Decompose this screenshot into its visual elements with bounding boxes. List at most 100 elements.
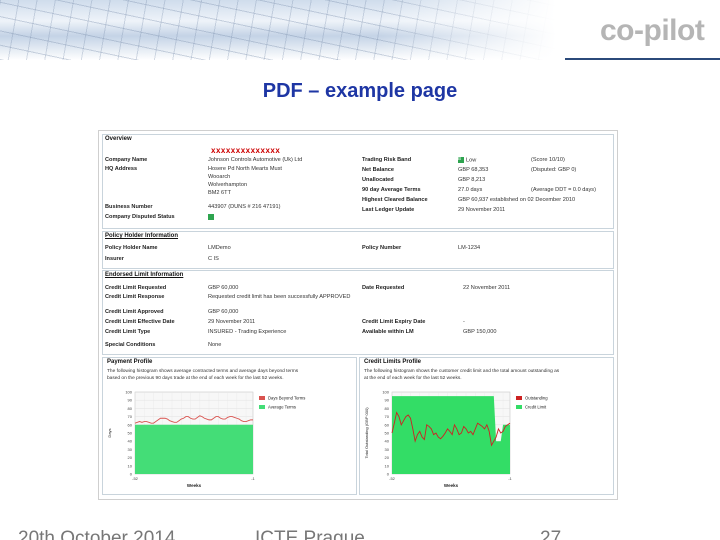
green-status-square (208, 214, 214, 220)
y-tick-label: 90 (385, 398, 390, 403)
net-balance-label: Net Balance (362, 167, 395, 173)
y-tick-label: 80 (128, 406, 133, 411)
policy-number-label: Policy Number (362, 245, 402, 251)
y-tick-label: 60 (128, 422, 133, 427)
y-tick-label: 90 (128, 398, 133, 403)
risk-band-badge: B (458, 156, 464, 163)
legend-label: Days Beyond Terms (268, 396, 305, 401)
credit-limits-profile-chart: 0102030405060708090100-52 -1WeeksTotal Ou… (364, 390, 548, 489)
endorsed-limit-title: Endorsed Limit Information (105, 272, 184, 278)
hq-address-label: HQ Address (105, 166, 138, 172)
credit-limit-type-value: INSURED - Trading Experience (208, 329, 287, 335)
y-tick-label: 60 (385, 422, 390, 427)
payment-profile-chart: 0102030405060708090100-52 -1WeeksDaysDays… (107, 390, 305, 489)
date-requested-value: 22 November 2011 (463, 285, 511, 291)
hq-address-line: BM2 6TT (208, 190, 232, 196)
payment-profile-desc: The following histogram shows average co… (107, 369, 299, 374)
y-tick-label: 100 (125, 390, 132, 395)
credit-limits-profile-title: Credit Limits Profile (364, 359, 422, 365)
footer-date: 20th October 2014 (18, 528, 176, 540)
legend-swatch (259, 405, 265, 409)
legend-label: Credit Limit (525, 405, 547, 410)
policy-holder-title: Policy Holder Information (105, 233, 179, 239)
average-ddt: (Average DDT = 0.0 days) (531, 187, 596, 193)
credit-limit-expiry-label: Credit Limit Expiry Date (362, 319, 426, 325)
date-requested-label: Date Requested (362, 285, 405, 291)
policy-number-value: LM-1234 (458, 245, 481, 251)
y-tick-label: 30 (385, 447, 390, 452)
x-axis-label: Weeks (187, 483, 202, 488)
y-tick-label: 80 (385, 406, 390, 411)
brand-rule (565, 58, 720, 60)
y-tick-label: 100 (382, 390, 389, 395)
slide-footer: 20th October 2014 ICTE Prague 27 (0, 524, 720, 540)
policy-holder-name-label: Policy Holder Name (105, 245, 158, 251)
y-tick-label: 40 (128, 439, 133, 444)
footer-page-number: 27 (540, 528, 562, 540)
credit-limit-response-value: Requested credit limit has been successf… (208, 294, 351, 300)
credit-limit-requested-label: Credit Limit Requested (105, 285, 167, 291)
available-within-lm-value: GBP 150,000 (463, 329, 497, 335)
net-balance-disputed: (Disputed: GBP 0) (531, 167, 577, 173)
y-tick-label: 70 (128, 414, 133, 419)
insurer-value: C IS (208, 256, 219, 262)
legend-swatch (259, 396, 265, 400)
trading-risk-score: (Score 10/10) (531, 157, 565, 163)
disputed-status-indicator (208, 214, 216, 221)
credit-limit-approved-label: Credit Limit Approved (105, 309, 164, 315)
business-number-label: Business Number (105, 204, 153, 210)
banner-fade (380, 0, 565, 60)
company-disputed-status-label: Company Disputed Status (105, 214, 175, 220)
insurer-label: Insurer (105, 256, 124, 262)
legend-label: Outstanding (525, 396, 548, 401)
x-tick-label: -52 (389, 476, 396, 481)
highest-cleared-balance-label: Highest Cleared Balance (362, 197, 428, 203)
legend-swatch (516, 405, 522, 409)
redacted-company-name: xxxxxxxxxxxxxx (211, 146, 281, 155)
legend-swatch (516, 396, 522, 400)
x-tick-label: -1 (508, 476, 512, 481)
credit-limits-profile-panel: Credit Limits Profile The following hist… (359, 357, 614, 495)
credit-limit-effective-date-value: 29 November 2011 (208, 319, 256, 325)
special-conditions-label: Special Conditions (105, 342, 156, 348)
y-tick-label: 40 (385, 439, 390, 444)
policy-holder-name-value: LMDemo (208, 245, 231, 251)
payment-profile-desc: based on the previous 90 days trade at t… (107, 376, 284, 381)
credit-limit-requested-value: GBP 60,000 (208, 285, 239, 291)
overview-panel: Overview xxxxxxxxxxxxxx Company Name Joh… (102, 134, 614, 229)
credit-limits-profile-desc: The following histogram shows the custom… (364, 369, 560, 374)
hq-address-line: Wooarch (208, 174, 231, 180)
company-name-value: Johnson Controls Automotive (Uk) Ltd (208, 157, 303, 163)
unallocated-value: GBP 8,213 (458, 177, 486, 183)
trading-risk-band-label: Trading Risk Band (362, 157, 412, 163)
x-axis-label: Weeks (444, 483, 459, 488)
y-tick-label: 10 (128, 463, 133, 468)
last-ledger-update-label: Last Ledger Update (362, 207, 415, 213)
credit-limit-expiry-value: - (463, 319, 465, 325)
credit-limit-response-label: Credit Limit Response (105, 294, 165, 300)
y-tick-label: 10 (385, 463, 390, 468)
x-tick-label: -1 (251, 476, 255, 481)
y-tick-label: 20 (128, 455, 133, 460)
payment-profile-panel: Payment Profile The following histogram … (102, 357, 357, 495)
average-terms-value: 27.0 days (458, 187, 483, 193)
hq-address-line: Hosere Pd North Mearts Must (208, 166, 282, 172)
credit-limit-type-label: Credit Limit Type (105, 329, 151, 335)
y-tick-label: 30 (128, 447, 133, 452)
y-axis-label: Total Outstanding (GBP 000) (364, 407, 369, 459)
area-series (392, 396, 510, 474)
hq-address-line: Wolverhampton (208, 182, 248, 188)
slide-title: PDF – example page (262, 80, 458, 102)
trading-risk-band-value: B Low (458, 156, 477, 164)
y-tick-label: 50 (128, 431, 133, 436)
business-number-value: 443907 (DUNS # 216 47191) (208, 204, 281, 210)
credit-limit-approved-value: GBP 60,000 (208, 309, 239, 315)
special-conditions-value: None (208, 342, 222, 348)
unallocated-label: Unallocated (362, 177, 394, 183)
company-name-label: Company Name (105, 157, 148, 163)
policy-holder-panel: Policy Holder Information Policy Holder … (102, 231, 614, 269)
net-balance-value: GBP 68,353 (458, 167, 489, 173)
payment-profile-title: Payment Profile (107, 359, 153, 365)
area-series (135, 424, 253, 474)
legend-label: Average Terms (268, 405, 296, 410)
